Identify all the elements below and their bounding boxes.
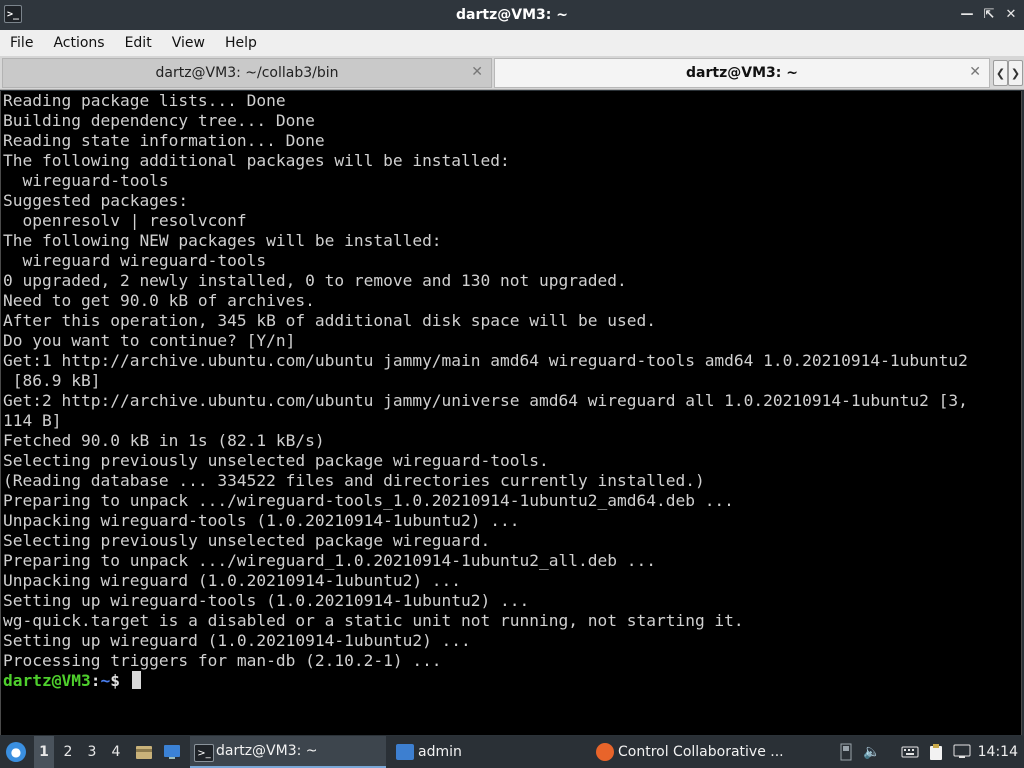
terminal-line: Need to get 90.0 kB of archives. <box>3 291 315 310</box>
terminal-line: (Reading database ... 334522 files and d… <box>3 471 705 490</box>
terminal-line: Reading package lists... Done <box>3 91 286 110</box>
terminal-line: Setting up wireguard-tools (1.0.20210914… <box>3 591 530 610</box>
clock[interactable]: 14:14 <box>978 736 1018 768</box>
tab-scroll-left-icon[interactable]: ❮ <box>993 60 1008 86</box>
workspace-2[interactable]: 2 <box>58 736 78 768</box>
menu-file[interactable]: File <box>0 35 43 51</box>
terminal-icon: >_ <box>194 744 214 762</box>
terminal-line: 114 B] <box>3 411 62 430</box>
terminal-line: Processing triggers for man-db (2.10.2-1… <box>3 651 442 670</box>
terminal-line: Do you want to continue? [Y/n] <box>3 331 296 350</box>
terminal-line: wireguard wireguard-tools <box>3 251 267 270</box>
taskbar-task-admin[interactable]: admin <box>392 736 582 768</box>
menu-bar: File Actions Edit View Help <box>0 30 1024 56</box>
taskbar-task-label: dartz@VM3: ~ <box>216 743 318 759</box>
menu-help[interactable]: Help <box>215 35 267 51</box>
keyboard-icon[interactable] <box>900 742 920 762</box>
terminal-line: Unpacking wireguard (1.0.20210914-1ubunt… <box>3 571 462 590</box>
terminal-line: Get:2 http://archive.ubuntu.com/ubuntu j… <box>3 391 968 410</box>
prompt-user: dartz@VM3 <box>3 671 91 690</box>
terminal-line: Building dependency tree... Done <box>3 111 315 130</box>
terminal-line: Unpacking wireguard-tools (1.0.20210914-… <box>3 511 520 530</box>
terminal-area[interactable]: Reading package lists... Done Building d… <box>0 91 1022 735</box>
close-tab-icon[interactable]: ✕ <box>471 64 483 80</box>
tab-bar: dartz@VM3: ~/collab3/bin ✕ dartz@VM3: ~ … <box>0 56 1024 90</box>
terminal-line: 0 upgraded, 2 newly installed, 0 to remo… <box>3 271 627 290</box>
workspace-3[interactable]: 3 <box>82 736 102 768</box>
taskbar-task-terminal[interactable]: >_ dartz@VM3: ~ <box>190 736 386 768</box>
workspace-1[interactable]: 1 <box>34 736 54 768</box>
prompt-path: ~ <box>100 671 111 690</box>
file-manager-icon[interactable] <box>134 742 154 762</box>
terminal-line: Selecting previously unselected package … <box>3 531 491 550</box>
folder-icon <box>396 744 414 760</box>
close-icon[interactable]: ✕ <box>1004 4 1018 24</box>
prompt-separator: : <box>90 671 101 690</box>
menu-actions[interactable]: Actions <box>43 35 114 51</box>
minimize-icon[interactable]: — <box>960 4 974 24</box>
prompt-symbol: $ <box>110 671 130 690</box>
clipboard-icon[interactable] <box>926 742 946 762</box>
window-title: dartz@VM3: ~ <box>456 7 568 23</box>
network-icon[interactable] <box>952 742 972 762</box>
terminal-line: Setting up wireguard (1.0.20210914-1ubun… <box>3 631 471 650</box>
taskbar: ● 1 2 3 4 >_ dartz@VM3: ~ admin Control … <box>0 736 1024 768</box>
taskbar-task-label: Control Collaborative ... <box>618 744 784 760</box>
terminal-line: wireguard-tools <box>3 171 169 190</box>
scroll-indicator-icon[interactable] <box>836 742 856 762</box>
terminal-line: Fetched 90.0 kB in 1s (82.1 kB/s) <box>3 431 325 450</box>
terminal-line: wg-quick.target is a disabled or a stati… <box>3 611 744 630</box>
tab-collab3-bin[interactable]: dartz@VM3: ~/collab3/bin ✕ <box>2 58 492 88</box>
terminal-line: openresolv | resolvconf <box>3 211 247 230</box>
taskbar-task-firefox[interactable]: Control Collaborative ... <box>592 736 822 768</box>
volume-icon[interactable]: 🔈 <box>862 742 882 762</box>
text-cursor <box>131 671 141 689</box>
show-desktop-icon[interactable] <box>162 742 182 762</box>
terminal-line: The following additional packages will b… <box>3 151 510 170</box>
menu-view[interactable]: View <box>162 35 215 51</box>
tab-label: dartz@VM3: ~/collab3/bin <box>155 65 339 81</box>
firefox-icon <box>596 743 614 761</box>
taskbar-task-label: admin <box>418 744 462 760</box>
window-controls: — ⇱ ✕ <box>960 4 1018 24</box>
terminal-line: Suggested packages: <box>3 191 189 210</box>
terminal-output: Reading package lists... Done Building d… <box>1 91 1021 691</box>
shell-prompt: dartz@VM3:~$ <box>3 671 130 690</box>
start-menu-icon[interactable]: ● <box>6 742 26 762</box>
terminal-line: Preparing to unpack .../wireguard_1.0.20… <box>3 551 656 570</box>
tab-scroll-right-icon[interactable]: ❯ <box>1008 60 1023 86</box>
terminal-line: Get:1 http://archive.ubuntu.com/ubuntu j… <box>3 351 968 370</box>
terminal-line: Selecting previously unselected package … <box>3 451 549 470</box>
maximize-icon[interactable]: ⇱ <box>982 4 996 24</box>
terminal-line: Reading state information... Done <box>3 131 325 150</box>
tab-label: dartz@VM3: ~ <box>686 65 798 81</box>
terminal-icon[interactable]: >_ <box>4 5 22 23</box>
terminal-line: [86.9 kB] <box>3 371 101 390</box>
tab-home[interactable]: dartz@VM3: ~ ✕ <box>494 58 990 88</box>
menu-edit[interactable]: Edit <box>115 35 162 51</box>
close-tab-icon[interactable]: ✕ <box>969 64 981 80</box>
terminal-line: The following NEW packages will be insta… <box>3 231 442 250</box>
window-titlebar[interactable]: >_ dartz@VM3: ~ — ⇱ ✕ <box>0 0 1024 30</box>
workspace-4[interactable]: 4 <box>106 736 126 768</box>
terminal-line: After this operation, 345 kB of addition… <box>3 311 656 330</box>
terminal-line: Preparing to unpack .../wireguard-tools_… <box>3 491 734 510</box>
